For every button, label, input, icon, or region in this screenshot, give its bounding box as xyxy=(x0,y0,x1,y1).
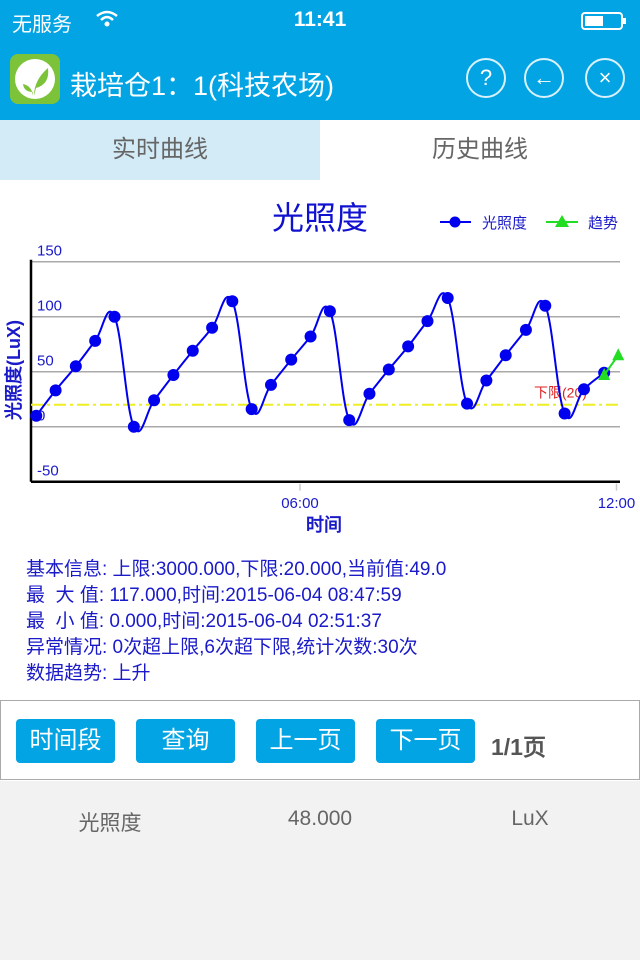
legend-label-light: 光照度 xyxy=(482,215,527,232)
page-indicator: 1/1页 xyxy=(491,734,546,760)
y-tick-label: -50 xyxy=(37,463,59,480)
prev-page-button[interactable]: 上一页 xyxy=(256,719,355,763)
y-axis-label: 光照度(LuX) xyxy=(3,320,24,421)
light-data-point xyxy=(519,323,532,336)
help-button[interactable]: ? xyxy=(466,58,506,98)
light-data-point xyxy=(343,414,356,427)
x-tick-label: 12:00 xyxy=(598,495,636,512)
page-title: 栽培仓1：1(科技农场) xyxy=(70,71,335,101)
next-page-button[interactable]: 下一页 xyxy=(376,719,475,763)
close-icon: × xyxy=(598,65,612,90)
light-data-point xyxy=(539,299,552,312)
reading-list: 光照度 48.000 LuX xyxy=(0,781,640,960)
light-chart: 光照度 光照度 趋势 150100500-50 06:0012:00 光照度(L… xyxy=(3,200,636,535)
leaf-icon xyxy=(23,68,49,96)
help-icon: ? xyxy=(479,65,493,90)
light-data-point xyxy=(127,420,140,433)
light-data-point xyxy=(245,403,258,416)
light-data-point xyxy=(382,363,395,376)
reading-name: 光照度 xyxy=(78,812,142,835)
light-data-point xyxy=(499,349,512,362)
app-logo xyxy=(10,54,60,104)
light-data-point xyxy=(148,394,161,407)
status-bar: 无服务 11:41 xyxy=(0,0,640,40)
light-data-point xyxy=(304,330,317,343)
close-button[interactable]: × xyxy=(585,58,625,98)
query-button[interactable]: 查询 xyxy=(136,719,235,763)
chart-title: 光照度 xyxy=(272,200,368,236)
info-abnormal: 异常情况: 0次超上限,6次超下限,统计次数:30次 xyxy=(26,637,418,658)
light-data-point xyxy=(69,360,82,373)
light-data-point xyxy=(577,383,590,396)
light-data-point xyxy=(558,407,571,420)
light-data-point xyxy=(167,369,180,381)
y-tick-label: 100 xyxy=(37,298,62,315)
light-data-point xyxy=(421,315,434,328)
light-data-point xyxy=(264,378,277,391)
basic-info-panel: 基本信息: 上限:3000.000,下限:20.000,当前值:49.0 最 大… xyxy=(26,557,446,687)
info-trend: 数据趋势: 上升 xyxy=(26,663,151,684)
reading-unit: LuX xyxy=(511,807,549,830)
tab-history-curve[interactable]: 历史曲线 xyxy=(320,120,640,180)
light-data-point xyxy=(441,292,454,304)
legend-marker-light xyxy=(449,216,461,228)
light-data-point xyxy=(285,353,298,366)
light-data-point xyxy=(206,321,219,334)
y-tick-label: 150 xyxy=(37,243,62,260)
legend: 光照度 趋势 xyxy=(440,215,618,232)
legend-label-trend: 趋势 xyxy=(588,215,618,232)
info-basic: 基本信息: 上限:3000.000,下限:20.000,当前值:49.0 xyxy=(26,559,447,580)
y-tick-label: 50 xyxy=(37,353,54,370)
query-toolbar: 时间段 查询 上一页 下一页 1/1页 xyxy=(0,700,640,780)
clock: 11:41 xyxy=(293,8,347,31)
light-data-point xyxy=(89,334,102,347)
light-data-point xyxy=(49,384,62,397)
trend-marker xyxy=(612,348,625,361)
light-data-point xyxy=(402,340,415,353)
x-tick-label: 06:00 xyxy=(281,495,319,512)
light-series-line xyxy=(35,292,605,433)
light-data-point xyxy=(186,344,199,357)
info-min: 最 小 值: 0.000,时间:2015-06-04 02:51:37 xyxy=(26,611,382,632)
back-arrow-icon: ← xyxy=(533,65,555,90)
reading-value: 48.000 xyxy=(287,807,353,830)
battery-icon xyxy=(581,12,626,30)
tab-bar: 实时曲线 历史曲线 xyxy=(0,120,640,180)
light-data-point xyxy=(30,409,43,422)
info-max: 最 大 值: 117.000,时间:2015-06-04 08:47:59 xyxy=(26,585,402,606)
light-data-point xyxy=(108,310,121,323)
light-data-point xyxy=(461,397,474,410)
time-period-button[interactable]: 时间段 xyxy=(16,719,115,763)
back-button[interactable]: ← xyxy=(524,58,564,98)
light-data-point xyxy=(226,295,239,308)
tab-realtime-curve[interactable]: 实时曲线 xyxy=(0,120,320,180)
light-data-point xyxy=(480,374,493,387)
light-data-point xyxy=(323,305,336,318)
light-data-point xyxy=(363,387,376,400)
x-axis-label: 时间 xyxy=(306,515,342,535)
app-header: 栽培仓1：1(科技农场) ? ← × xyxy=(0,40,640,120)
